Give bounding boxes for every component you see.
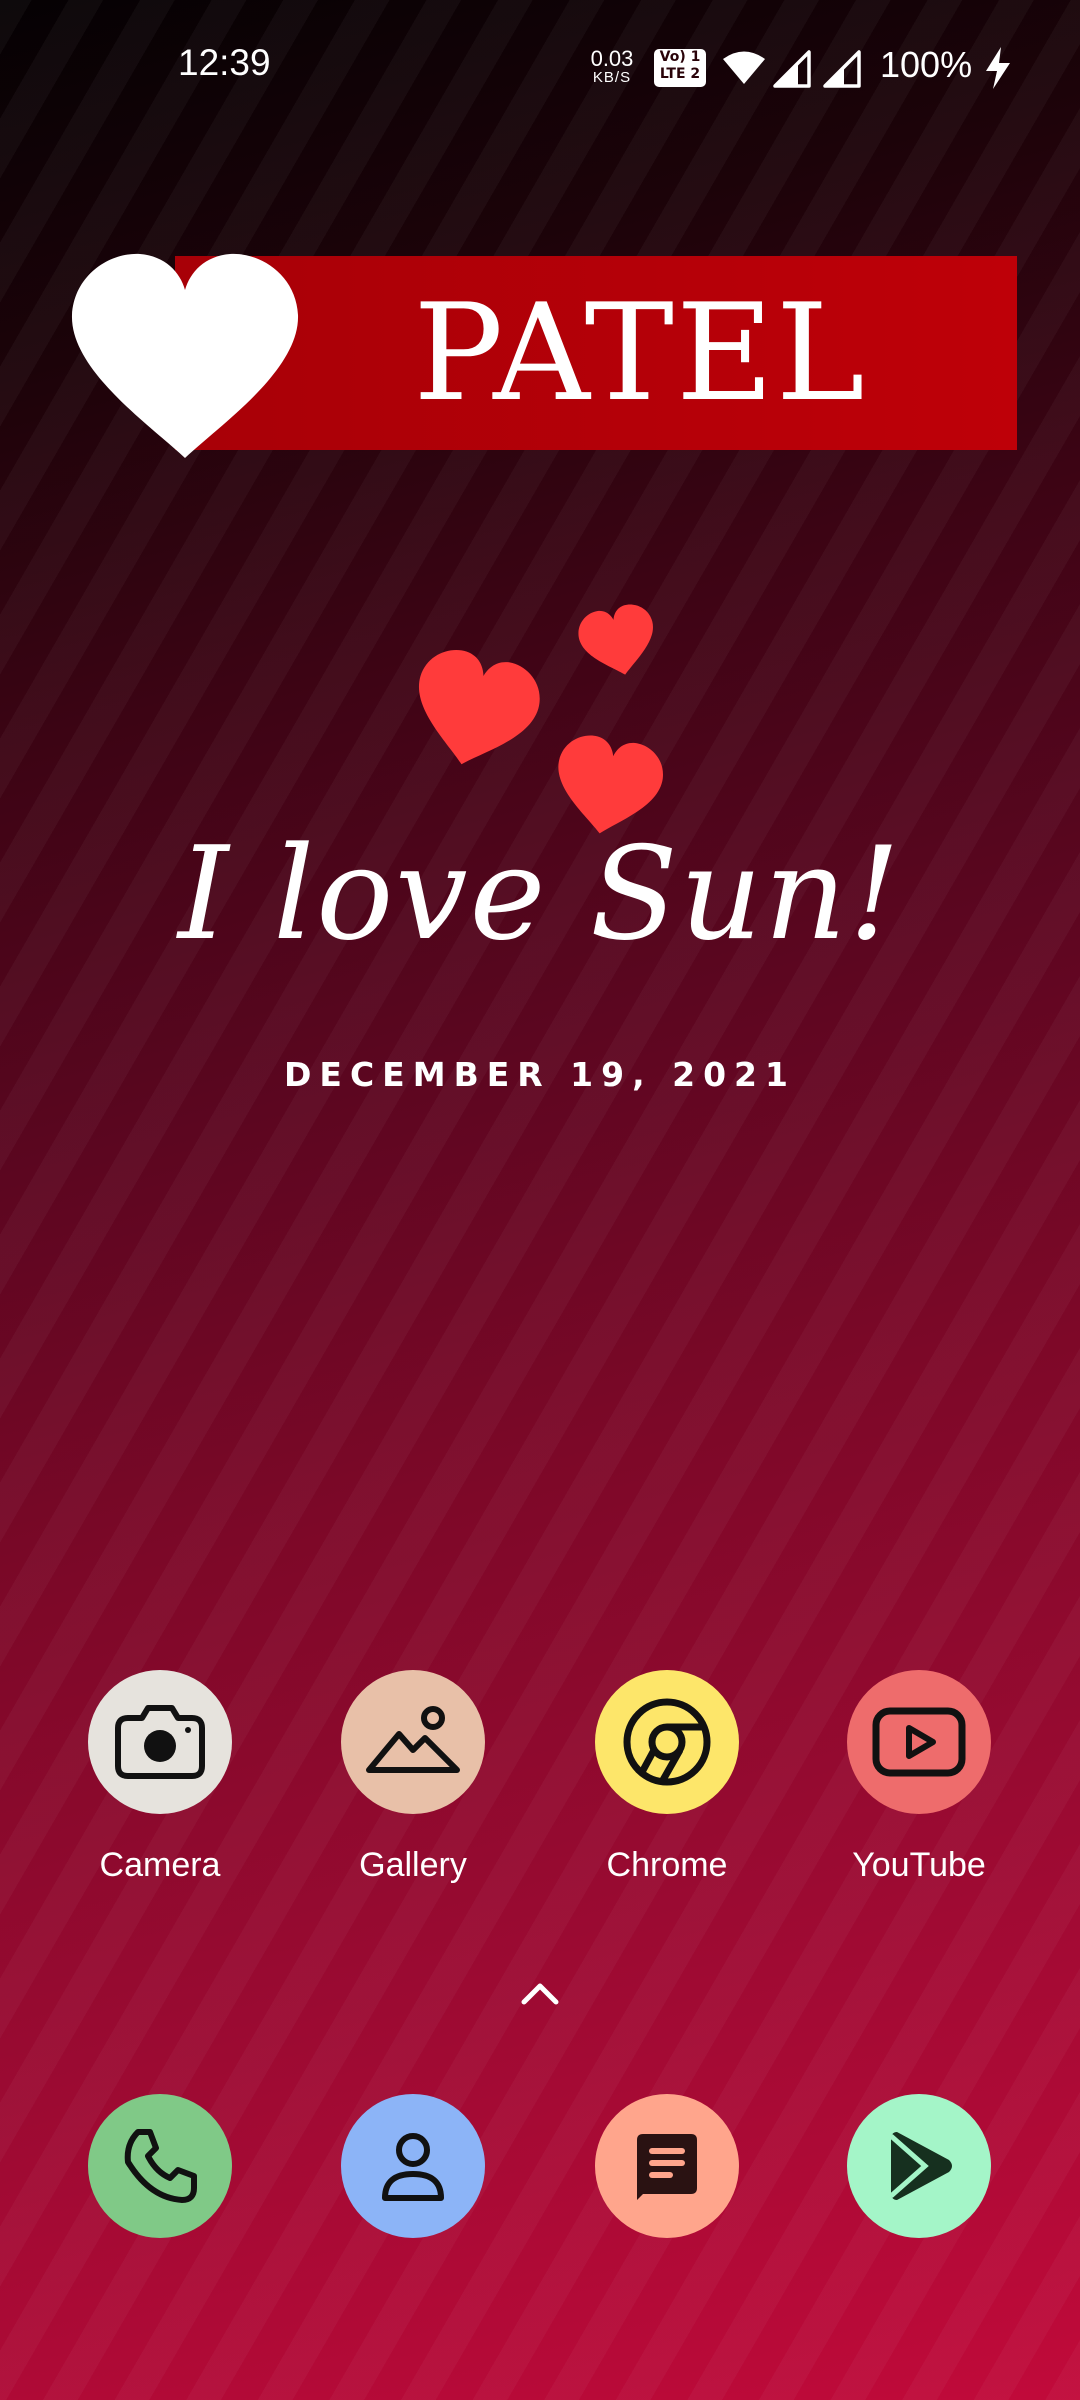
dock-messages[interactable] [557,2094,777,2238]
messages-app-icon[interactable] [595,2094,739,2238]
heart-icon [578,604,653,675]
youtube-icon [872,1707,966,1777]
app-camera[interactable]: Camera [50,1670,270,1885]
volte-line-2: LTE 2 [659,66,701,82]
contacts-icon [382,2133,444,2201]
contacts-app-icon[interactable] [341,2094,485,2238]
love-message: I love Sun! [178,820,902,969]
home-screen: 12:39 0.03 KB/S Vo) 1 LTE 2 100% PATEL I… [0,0,1080,2400]
battery-percentage: 100% [880,44,973,85]
clock: 12:39 [178,42,271,83]
volte-icon: Vo) 1 LTE 2 [654,49,706,87]
charging-icon [986,47,1010,89]
play-store-app-icon[interactable] [847,2094,991,2238]
signal-icon [823,50,861,88]
network-speed: 0.03 KB/S [584,46,640,86]
app-chrome[interactable]: Chrome [557,1670,777,1885]
gallery-app-icon[interactable] [341,1670,485,1814]
app-label-camera: Camera [99,1846,221,1884]
network-speed-unit: KB/S [592,69,632,86]
app-label-gallery: Gallery [359,1846,467,1884]
phone-app-icon[interactable] [88,2094,232,2238]
signal-icon [773,50,811,88]
gallery-icon [366,1706,460,1773]
app-youtube[interactable]: YouTube [809,1670,1029,1885]
heart-icon [419,650,540,765]
network-speed-value: 0.03 [590,46,634,71]
dock-phone[interactable] [50,2094,270,2238]
dock-play-store[interactable] [809,2094,1029,2238]
play-store-icon [889,2132,952,2200]
camera-icon [115,1705,205,1779]
dock-contacts[interactable] [303,2094,523,2238]
youtube-app-icon[interactable] [847,1670,991,1814]
chrome-app-icon[interactable] [595,1670,739,1814]
messages-icon [637,2134,697,2200]
heart-icon [71,253,299,458]
app-label-youtube: YouTube [852,1846,986,1884]
status-bar: 12:39 0.03 KB/S Vo) 1 LTE 2 100% [0,0,1080,130]
app-gallery[interactable]: Gallery [303,1670,523,1885]
app-label-chrome: Chrome [606,1846,728,1884]
phone-icon [124,2129,197,2203]
widget-date: DECEMBER 19, 2021 [284,1055,796,1094]
volte-line-1: Vo) 1 [659,49,701,65]
wifi-icon [723,51,765,84]
banner-name-text: PATEL [413,275,867,431]
chevron-up-icon[interactable] [520,1980,560,2006]
camera-app-icon[interactable] [88,1670,232,1814]
chrome-icon [623,1698,711,1786]
